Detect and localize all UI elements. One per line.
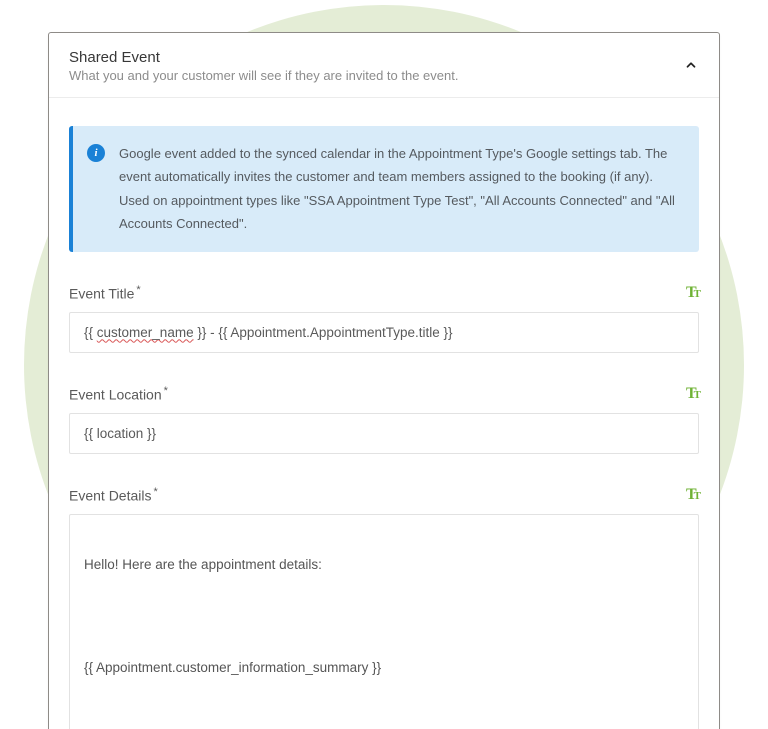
event-title-group: Event Title* TT {{ customer_name }} - {{…	[69, 284, 699, 353]
info-banner: i Google event added to the synced calen…	[69, 126, 699, 252]
field-header: Event Details* TT	[69, 486, 699, 504]
details-line: {{ Appointment.customer_information_summ…	[84, 655, 684, 681]
card-subtitle: What you and your customer will see if t…	[69, 68, 667, 83]
card-title: Shared Event	[69, 49, 667, 66]
label-text: Event Title	[69, 285, 134, 301]
required-asterisk: *	[153, 486, 157, 498]
label-text: Event Details	[69, 487, 151, 503]
text-format-icon[interactable]: TT	[686, 385, 699, 403]
chevron-up-icon	[684, 58, 698, 72]
value-suffix: }} - {{ Appointment.AppointmentType.titl…	[194, 325, 453, 340]
shared-event-card: Shared Event What you and your customer …	[48, 32, 720, 729]
card-header-text: Shared Event What you and your customer …	[69, 49, 667, 83]
details-line	[84, 603, 684, 629]
collapse-toggle[interactable]	[683, 57, 699, 73]
event-title-label: Event Title*	[69, 284, 141, 302]
label-text: Event Location	[69, 386, 162, 402]
event-details-label: Event Details*	[69, 486, 158, 504]
event-title-input[interactable]: {{ customer_name }} - {{ Appointment.App…	[69, 312, 699, 353]
event-location-group: Event Location* TT {{ location }}	[69, 385, 699, 454]
info-icon: i	[87, 144, 105, 162]
details-line: Hello! Here are the appointment details:	[84, 552, 684, 578]
text-format-icon[interactable]: TT	[686, 284, 699, 302]
required-asterisk: *	[164, 385, 168, 397]
field-header: Event Title* TT	[69, 284, 699, 302]
event-location-label: Event Location*	[69, 385, 168, 403]
card-header: Shared Event What you and your customer …	[49, 33, 719, 98]
text-format-icon[interactable]: TT	[686, 486, 699, 504]
event-location-input[interactable]: {{ location }}	[69, 413, 699, 454]
details-line	[84, 706, 684, 729]
card-body: i Google event added to the synced calen…	[49, 98, 719, 729]
required-asterisk: *	[136, 284, 140, 296]
info-banner-text: Google event added to the synced calenda…	[119, 142, 681, 236]
value-prefix: {{	[84, 325, 97, 340]
event-details-input[interactable]: Hello! Here are the appointment details:…	[69, 514, 699, 729]
value-spell: customer_name	[97, 325, 194, 340]
event-details-group: Event Details* TT Hello! Here are the ap…	[69, 486, 699, 729]
field-header: Event Location* TT	[69, 385, 699, 403]
